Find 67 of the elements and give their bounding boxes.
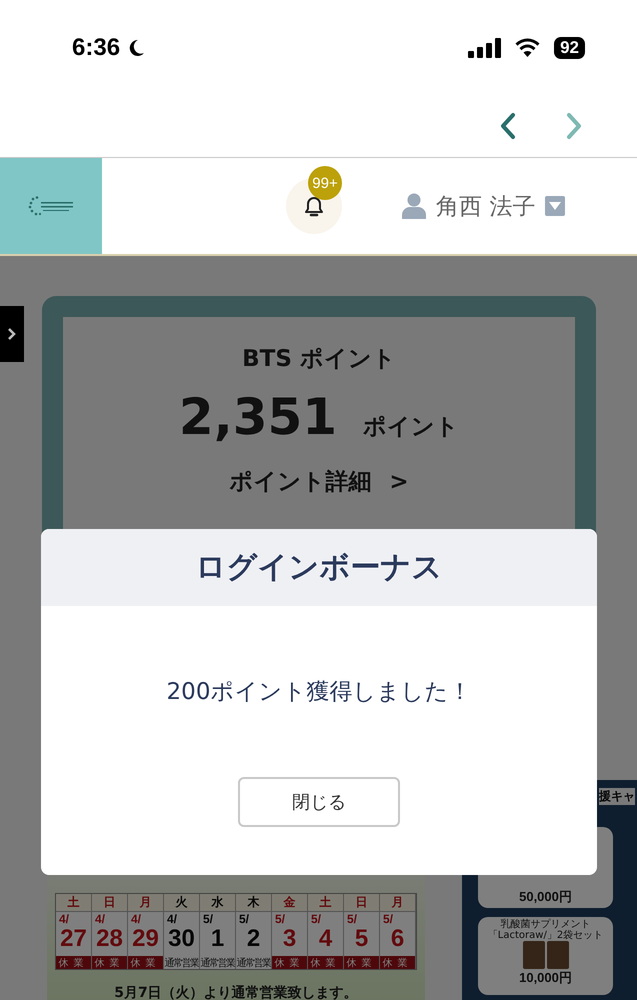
month-label: 5/ <box>347 912 358 926</box>
day-number: 27 <box>59 926 88 952</box>
business-status: 休業 <box>128 956 163 969</box>
day-number: 28 <box>95 926 124 952</box>
day-number: 30 <box>167 926 196 952</box>
bottles-drawing <box>520 941 570 969</box>
product-name: 乳酸菌サプリメント <box>500 919 590 930</box>
product-subtitle: 「Lactoraw/」2袋セット <box>488 930 604 941</box>
clock-time: 6:36 <box>72 34 120 62</box>
day-number: 4 <box>318 926 334 952</box>
month-label: 4/ <box>167 912 178 926</box>
dropdown-icon <box>545 196 566 216</box>
month-label: 4/ <box>95 912 106 926</box>
logo-icon[interactable] <box>27 195 75 217</box>
weekday-label: 火 <box>164 894 199 912</box>
month-label: 5/ <box>239 912 250 926</box>
weekday-label: 木 <box>236 894 271 912</box>
business-status: 通常営業 <box>164 956 199 969</box>
day-number: 5 <box>354 926 370 952</box>
day-number: 6 <box>390 926 406 952</box>
modal-message: 200ポイント獲得しました！ <box>166 678 472 707</box>
month-label: 4/ <box>131 912 142 926</box>
business-status: 通常営業 <box>236 956 271 969</box>
day-number: 29 <box>131 926 160 952</box>
day-number: 2 <box>246 926 262 952</box>
weekday-label: 日 <box>344 894 379 912</box>
card-title: BTS ポイント <box>242 345 396 374</box>
battery-icon: 92 <box>554 36 585 58</box>
business-status: 休業 <box>272 956 307 969</box>
notification-badge: 99+ <box>308 166 342 200</box>
month-label: 4/ <box>59 912 70 926</box>
sidebar-toggle[interactable] <box>0 306 24 362</box>
business-status: 休業 <box>92 956 127 969</box>
day-number: 3 <box>282 926 298 952</box>
month-label: 5/ <box>203 912 214 926</box>
weekday-label: 金 <box>272 894 307 912</box>
user-icon <box>402 193 426 219</box>
points-details-link[interactable]: ポイント詳細 > <box>229 466 409 497</box>
user-menu-button[interactable]: 角西 法子 <box>402 190 566 222</box>
weekday-label: 水 <box>200 894 235 912</box>
weekday-label: 日 <box>92 894 127 912</box>
points-unit: ポイント <box>363 413 460 442</box>
weekday-label: 月 <box>380 894 415 912</box>
weekday-label: 月 <box>128 894 163 912</box>
signal-icon <box>468 38 502 58</box>
close-button[interactable]: 閉じる <box>238 777 400 827</box>
banner-note: 5月7日（火）より通常営業致します。 <box>114 984 358 1000</box>
business-status: 休業 <box>380 956 415 969</box>
weekday-label: 土 <box>308 894 343 912</box>
wifi-icon <box>515 38 540 57</box>
product-price: 50,000円 <box>519 888 572 906</box>
business-status: 通常営業 <box>200 956 235 969</box>
modal-title: ログインボーナス <box>41 529 597 606</box>
business-status: 休業 <box>344 956 379 969</box>
banner-heading: 援キャ <box>599 788 635 805</box>
product-price: 10,000円 <box>519 969 572 987</box>
day-number: 1 <box>210 926 226 952</box>
month-label: 5/ <box>311 912 322 926</box>
month-label: 5/ <box>275 912 286 926</box>
product-card[interactable]: 乳酸菌サプリメント 「Lactoraw/」2袋セット 10,000円 <box>478 917 613 995</box>
business-status: 休業 <box>308 956 343 969</box>
chevron-icon <box>7 327 17 341</box>
weekday-label: 土 <box>56 894 91 912</box>
points-value: 2,351 <box>178 388 338 446</box>
business-status: 休業 <box>56 956 91 969</box>
bell-icon <box>303 194 325 218</box>
month-label: 5/ <box>383 912 394 926</box>
